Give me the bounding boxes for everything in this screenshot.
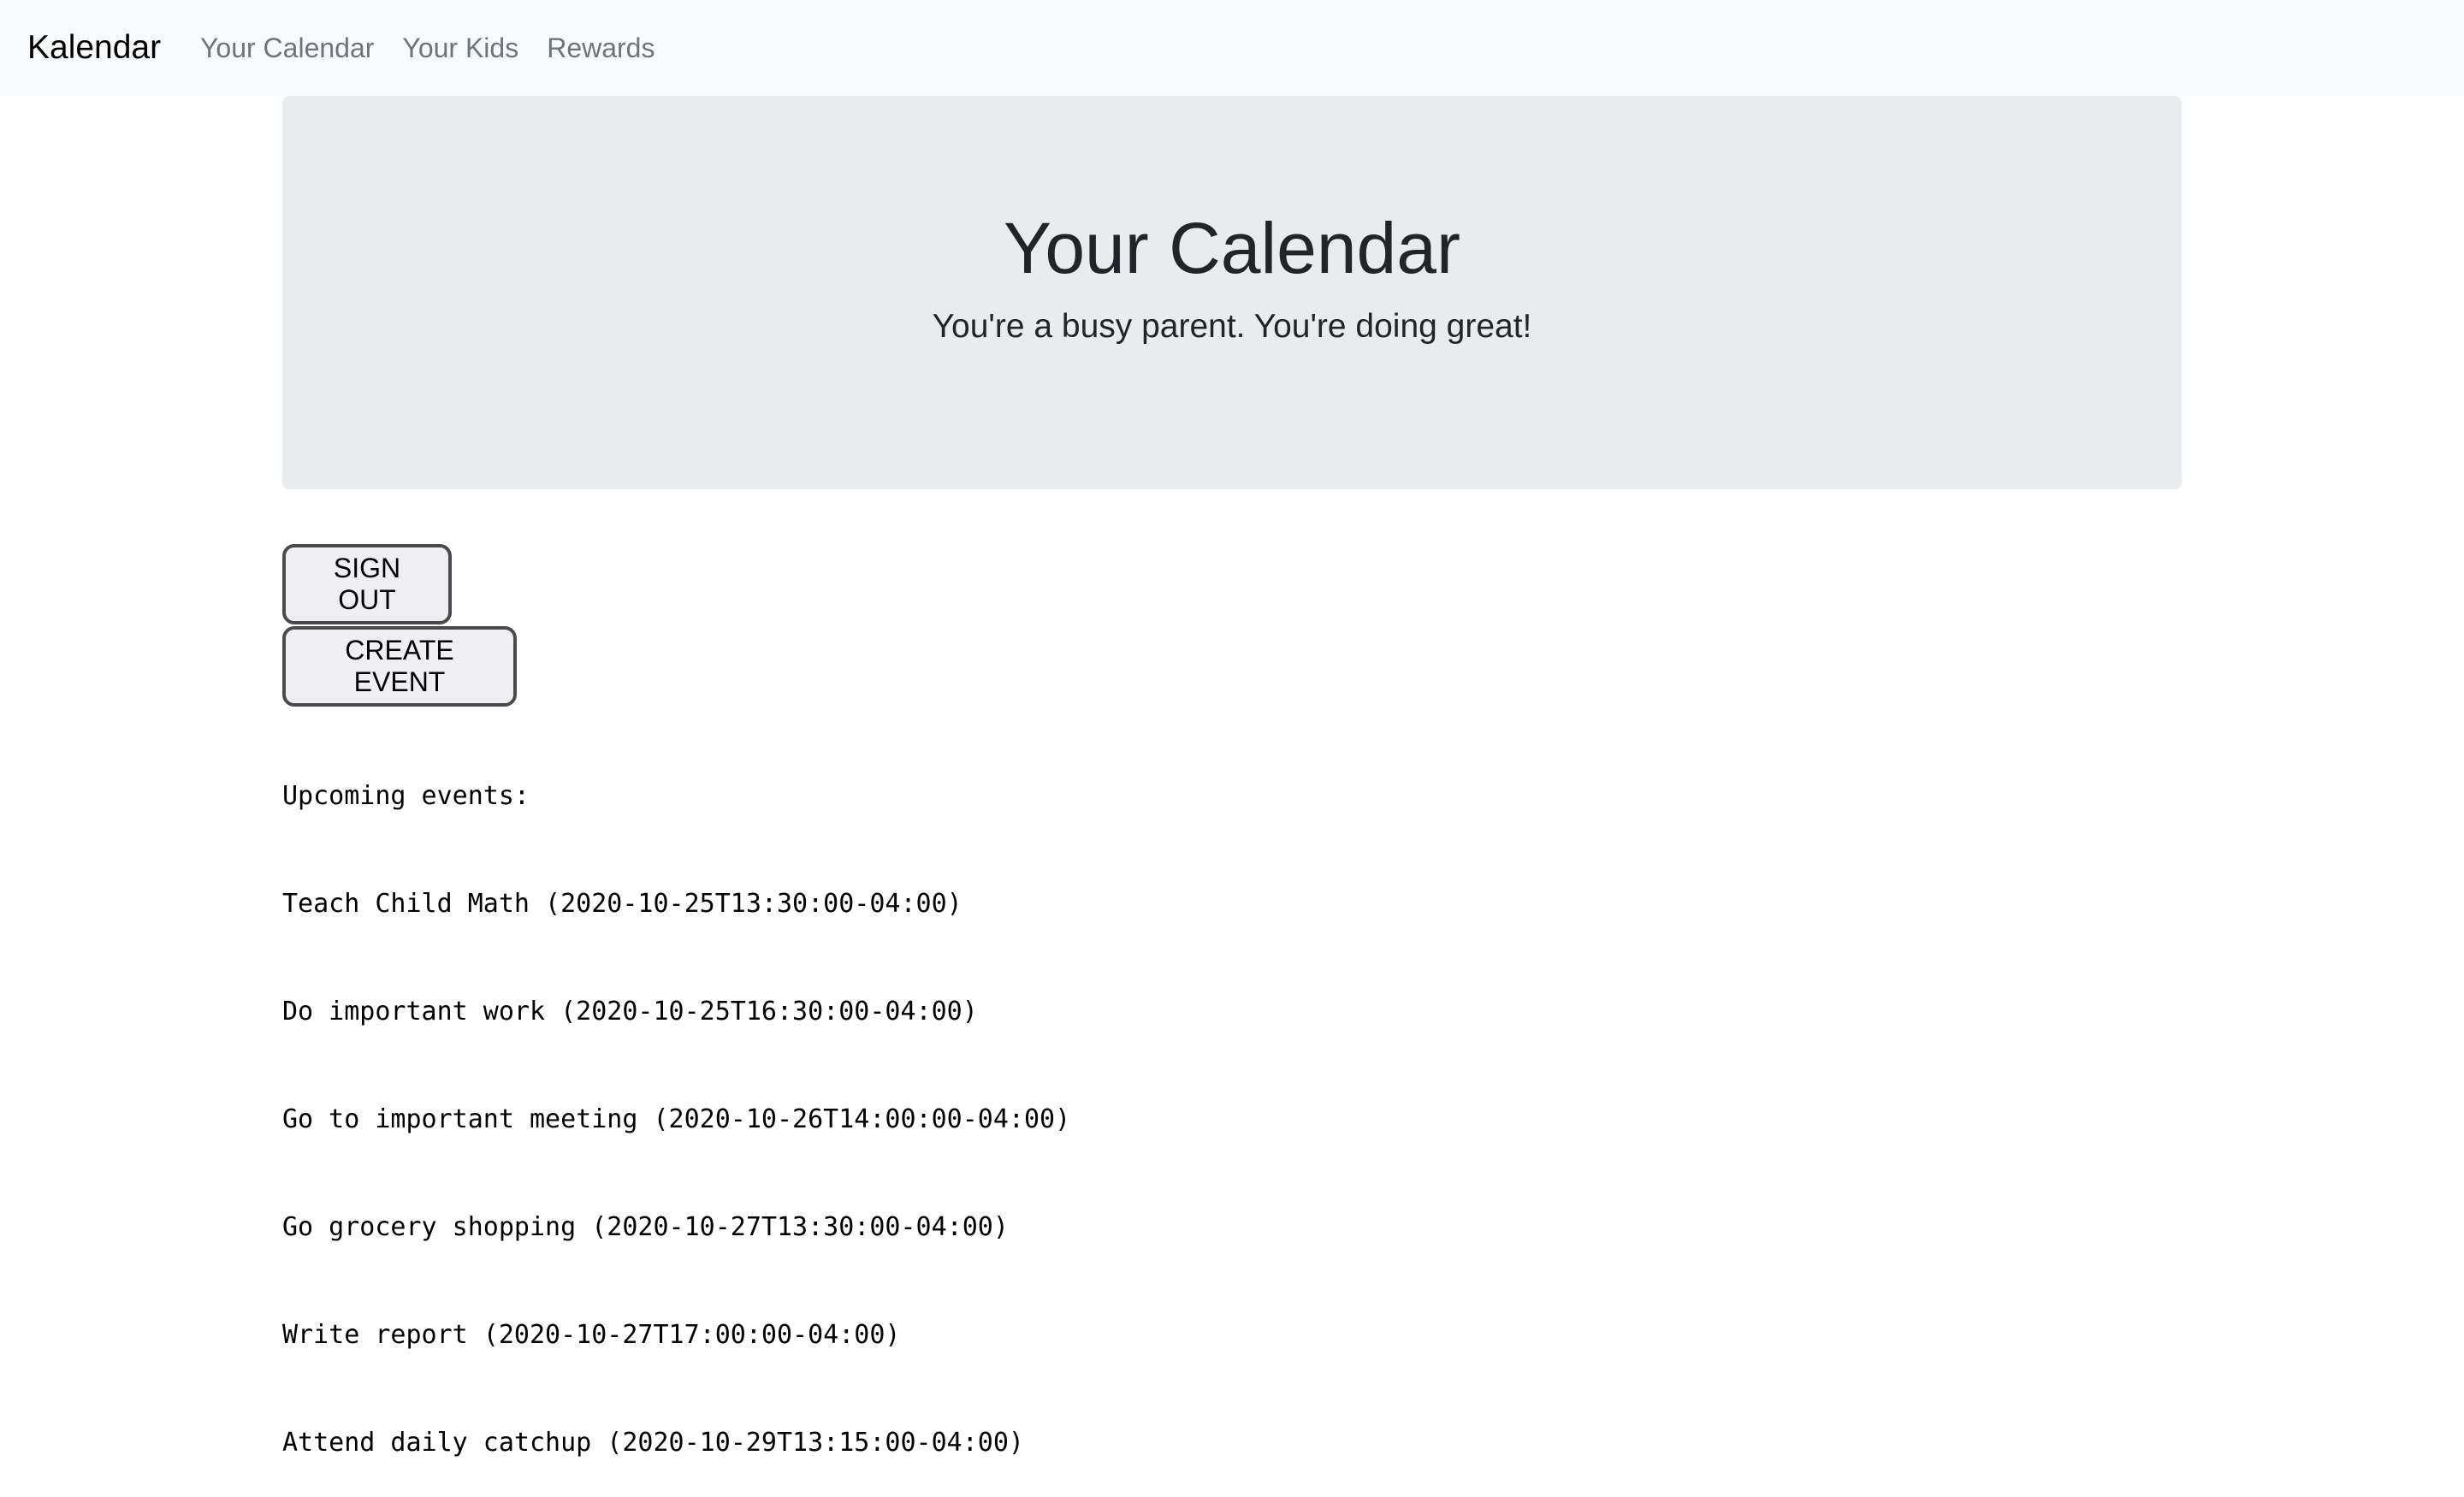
event-item: Attend daily catchup (2020-10-29T13:15:0…: [282, 1428, 1024, 1458]
sign-out-button[interactable]: SIGN OUT: [282, 544, 452, 624]
upcoming-events-list: Upcoming events: Teach Child Math (2020-…: [282, 707, 1070, 1497]
nav-link-your-kids[interactable]: Your Kids: [402, 27, 518, 68]
events-heading: Upcoming events:: [282, 781, 530, 811]
event-item: Do important work (2020-10-25T16:30:00-0…: [282, 997, 978, 1027]
nav-link-rewards[interactable]: Rewards: [547, 27, 654, 68]
event-item: Go grocery shopping (2020-10-27T13:30:00…: [282, 1212, 1009, 1242]
event-item: Teach Child Math (2020-10-25T13:30:00-04…: [282, 889, 962, 919]
nav-links: Your Calendar Your Kids Rewards: [200, 27, 654, 68]
navbar: Kalendar Your Calendar Your Kids Rewards: [0, 0, 2464, 96]
page-title: Your Calendar: [1004, 208, 1460, 288]
nav-link-your-calendar[interactable]: Your Calendar: [200, 27, 374, 68]
hero-title-container: Your Calendar: [282, 205, 2182, 291]
brand-logo[interactable]: Kalendar: [27, 24, 161, 72]
hero-banner: [282, 96, 2182, 489]
event-item: Go to important meeting (2020-10-26T14:0…: [282, 1104, 1071, 1134]
create-event-button[interactable]: CREATE EVENT: [282, 626, 517, 707]
hero-subtitle: You're a busy parent. You're doing great…: [932, 308, 1532, 345]
event-item: Write report (2020-10-27T17:00:00-04:00): [282, 1320, 901, 1350]
